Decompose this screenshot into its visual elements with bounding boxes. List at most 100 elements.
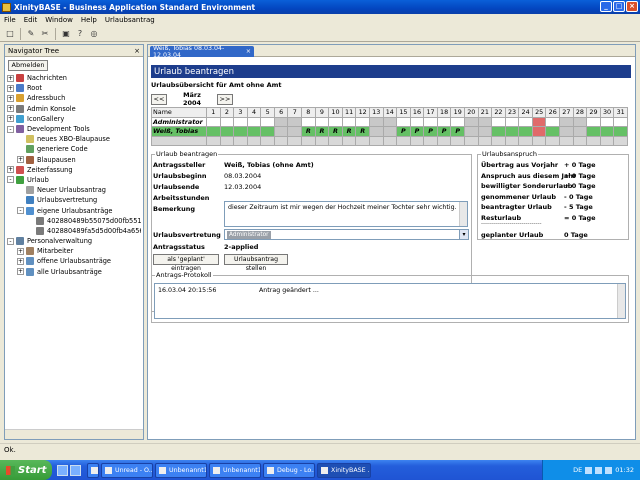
calendar-cell[interactable]	[531, 116, 547, 127]
logout-button[interactable]: Abmelden	[8, 60, 48, 71]
tree-node[interactable]: + Adressbuch	[7, 93, 141, 103]
calendar-cell[interactable]	[559, 126, 574, 137]
calendar-cell[interactable]: R	[314, 126, 330, 137]
expand-icon[interactable]: +	[17, 247, 24, 255]
calendar-cell[interactable]	[599, 116, 615, 127]
menu-file[interactable]: File	[4, 16, 16, 24]
tree-node[interactable]: - eigene Urlaubsanträge	[7, 205, 141, 215]
taskbar-button[interactable]	[87, 462, 99, 478]
tree-node[interactable]: + Blaupausen	[7, 155, 141, 165]
tree-node[interactable]: + Admin Konsole	[7, 104, 141, 114]
tree-node[interactable]: + Nachrichten	[7, 73, 141, 83]
calendar-cell[interactable]	[341, 116, 357, 127]
calendar-cell[interactable]	[572, 116, 588, 127]
geplant-eintragen-button[interactable]: als 'geplant' eintragen	[153, 254, 219, 272]
calendar-cell[interactable]	[477, 116, 493, 127]
tree-node[interactable]: 402880489b55075d00fb5510d1	[7, 216, 141, 226]
calendar-cell[interactable]: R	[328, 126, 343, 137]
expand-icon[interactable]: +	[17, 268, 24, 276]
calendar-cell[interactable]	[477, 126, 493, 137]
expand-icon[interactable]: +	[7, 84, 14, 92]
expand-icon[interactable]: +	[7, 94, 14, 102]
calendar-cell[interactable]	[491, 126, 506, 137]
calendar-cell[interactable]: R	[341, 126, 357, 137]
calendar-cell[interactable]	[504, 116, 520, 127]
calendar-cell[interactable]	[450, 116, 465, 127]
calendar-cell[interactable]	[463, 116, 479, 127]
calendar-cell[interactable]	[328, 116, 343, 127]
calendar-cell[interactable]	[613, 126, 628, 137]
menu-edit[interactable]: Edit	[24, 16, 38, 24]
expand-icon[interactable]: +	[7, 115, 14, 123]
collapse-icon[interactable]: -	[7, 237, 14, 245]
antrag-stellen-button[interactable]: Urlaubsantrag stellen	[224, 254, 288, 272]
calendar-cell[interactable]	[463, 126, 479, 137]
calendar-cell[interactable]	[613, 116, 628, 127]
tree-node[interactable]: + offene Urlaubsanträge	[7, 256, 141, 266]
urlaubsbeginn-value[interactable]: 08.03.2004	[224, 172, 261, 180]
calendar-cell[interactable]	[301, 116, 316, 127]
calendar-cell[interactable]: P	[436, 126, 452, 137]
calendar-cell[interactable]	[233, 126, 248, 137]
tree-node[interactable]: + Root	[7, 83, 141, 93]
calendar-cell[interactable]	[355, 116, 370, 127]
calendar-cell[interactable]	[287, 126, 303, 137]
menu-urlaubsantrag[interactable]: Urlaubsantrag	[105, 16, 155, 24]
tree-node[interactable]: generiere Code	[7, 144, 141, 154]
vertical-scrollbar[interactable]	[617, 284, 625, 318]
calendar-cell[interactable]	[409, 116, 425, 127]
menu-help[interactable]: Help	[81, 16, 97, 24]
calendar-cell[interactable]	[518, 126, 533, 137]
taskbar-button[interactable]: Unread - O...	[101, 462, 153, 478]
calendar-cell[interactable]	[531, 126, 547, 137]
calendar-cell[interactable]	[518, 116, 533, 127]
calendar-cell[interactable]: R	[301, 126, 316, 137]
calendar-cell[interactable]	[273, 116, 289, 127]
calendar-cell[interactable]	[368, 126, 384, 137]
calendar-cell[interactable]	[559, 116, 574, 127]
minimize-icon[interactable]: _	[600, 1, 612, 12]
calendar-cell[interactable]	[260, 116, 275, 127]
next-month-button[interactable]: >>	[217, 93, 233, 105]
calendar-cell[interactable]	[287, 116, 303, 127]
start-button[interactable]: Start	[0, 460, 52, 480]
calendar-cell[interactable]	[491, 116, 506, 127]
quick-launch-icon[interactable]	[70, 464, 81, 476]
tree-node[interactable]: neues XBO-Blaupause	[7, 134, 141, 144]
tree-node[interactable]: + Zeiterfassung	[7, 165, 141, 175]
calendar-cell[interactable]	[382, 126, 398, 137]
calendar-cell[interactable]	[396, 116, 411, 127]
vertretung-select[interactable]: Administrator ▾	[224, 229, 469, 240]
help-icon[interactable]: ?	[74, 28, 86, 40]
calendar-cell[interactable]	[233, 116, 248, 127]
calendar-cell[interactable]	[206, 126, 221, 137]
calendar-cell[interactable]	[219, 126, 235, 137]
calendar-cell[interactable]	[314, 116, 330, 127]
tree-node[interactable]: - Personalverwaltung	[7, 236, 141, 246]
calendar-cell[interactable]: P	[396, 126, 411, 137]
tree-node[interactable]: + Mitarbeiter	[7, 246, 141, 256]
collapse-icon[interactable]: -	[17, 207, 24, 215]
calendar-cell[interactable]	[586, 116, 601, 127]
close-icon[interactable]: ×	[134, 47, 140, 55]
calendar-cell[interactable]	[586, 126, 601, 137]
calendar-cell[interactable]: P	[409, 126, 425, 137]
calendar-cell[interactable]	[504, 126, 520, 137]
taskbar-button[interactable]: Unbenannt1...	[209, 462, 261, 478]
calendar-cell[interactable]	[260, 126, 275, 137]
calendar-cell[interactable]	[436, 116, 452, 127]
calendar-cell[interactable]: P	[423, 126, 438, 137]
calendar-cell[interactable]	[382, 116, 398, 127]
calendar-cell[interactable]	[545, 116, 561, 127]
new-icon[interactable]: □	[4, 28, 16, 40]
calendar-cell[interactable]	[423, 116, 438, 127]
calendar-cell[interactable]	[545, 126, 561, 137]
tray-icon[interactable]	[605, 466, 613, 474]
edit-icon[interactable]: ✂	[39, 28, 51, 40]
calendar-cell[interactable]	[368, 116, 384, 127]
tray-icon[interactable]	[595, 466, 603, 474]
calendar-cell[interactable]: P	[450, 126, 465, 137]
tree-node[interactable]: Urlaubsvertretung	[7, 195, 141, 205]
tree-node[interactable]: - Urlaub	[7, 175, 141, 185]
editor-tab[interactable]: Weiß, Tobias 08.03.04-12.03.04 ×	[150, 45, 254, 59]
